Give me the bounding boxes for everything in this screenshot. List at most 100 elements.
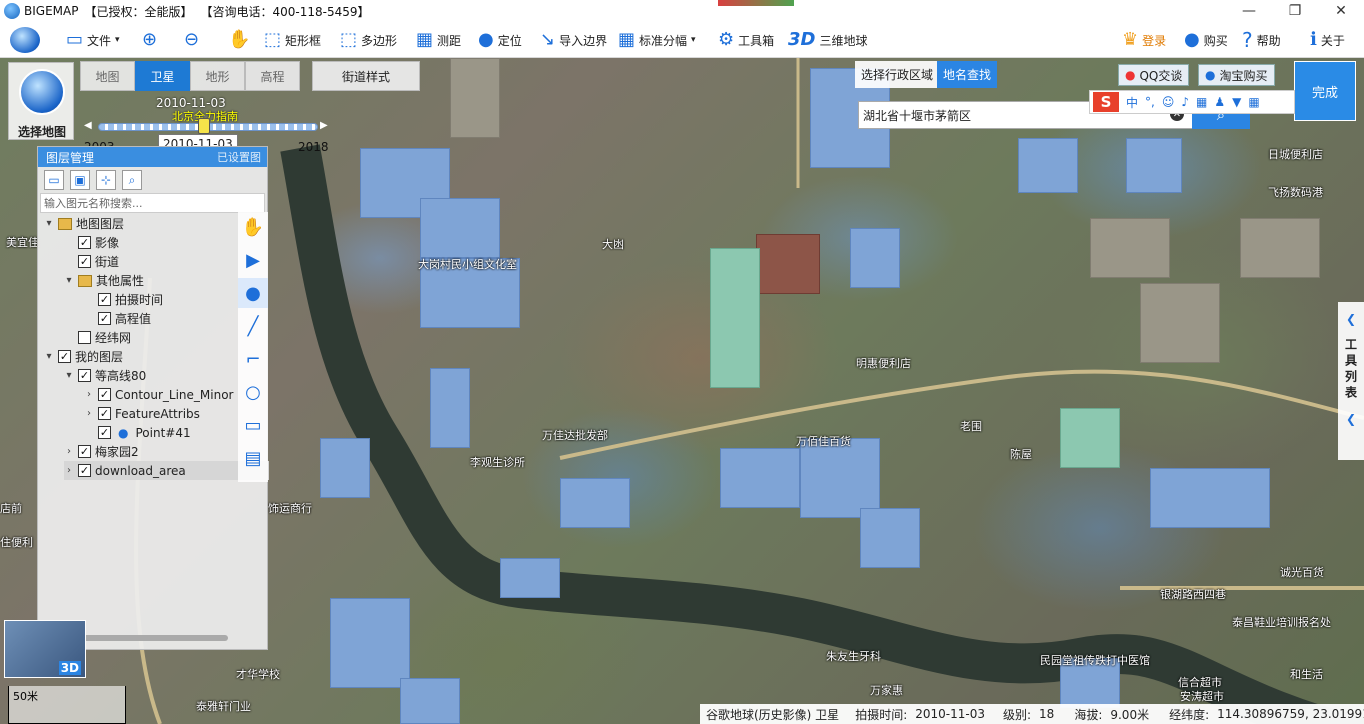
layer-tree-item[interactable]: ▾ ✓ 我的图层 [44,347,123,366]
expand-arrow-icon[interactable]: › [84,408,94,419]
layer-checkbox[interactable]: ✓ [78,255,91,268]
minimize-button[interactable]: — [1226,0,1272,22]
restore-button[interactable]: ❐ [1272,0,1318,22]
map-label[interactable]: 飞扬数码港 [1268,184,1323,200]
fit-extent-icon[interactable]: ⊹ [96,170,116,190]
layer-checkbox[interactable]: ✓ [78,445,91,458]
map-label[interactable]: 泰昌鞋业培训报名处 [1232,614,1331,630]
map-label[interactable]: 日城便利店 [1268,146,1323,162]
toolbox-button[interactable]: ⚙ 工具箱 [718,22,774,58]
import-boundary-button[interactable]: ↘ 导入边界 [540,22,607,58]
zoom-out-button[interactable]: ⊖ [184,22,199,58]
map-label[interactable]: 银湖路西四巷 [1160,586,1226,602]
right-tool-panel[interactable]: ❮ 工具列表 ❮ [1338,302,1364,460]
collapse-left-icon-2[interactable]: ❮ [1346,412,1356,426]
layer-tree-item[interactable]: ✓ 影像 [64,233,119,252]
map-label[interactable]: 明惠便利店 [856,355,911,371]
map-label[interactable]: 店前 [0,500,22,516]
minimap-3d-badge[interactable]: 3D [58,661,81,675]
tab-place-search[interactable]: 地名查找 [937,61,998,88]
ime-punct-icon[interactable]: °, [1145,95,1155,109]
save-icon[interactable]: ▣ [70,170,90,190]
close-button[interactable]: ✕ [1318,0,1364,22]
map-label[interactable]: 万家惠 [870,682,903,698]
tab-elevation[interactable]: 高程 [245,61,300,91]
taobao-buy-button[interactable]: ● 淘宝购买 [1198,64,1275,86]
layer-checkbox[interactable]: ✓ [98,312,111,325]
locate-button[interactable]: ● 定位 [478,22,522,58]
tab-admin-region[interactable]: 选择行政区域 [855,61,940,88]
expand-arrow-icon[interactable]: ▾ [64,370,74,381]
done-button[interactable]: 完成 [1294,61,1356,121]
tab-satellite[interactable]: 卫星 [135,61,190,91]
map-label[interactable]: 泰雅轩门业 [196,698,251,714]
expand-arrow-icon[interactable]: ▾ [44,218,54,229]
map-label[interactable]: 大岗村民小组文化室 [418,256,517,272]
qq-chat-button[interactable]: ● QQ交谈 [1118,64,1190,86]
buy-button[interactable]: ● 购买 [1184,22,1228,58]
map-label[interactable]: 李观生诊所 [470,454,525,470]
search-icon[interactable]: ⌕ [122,170,142,190]
layer-checkbox[interactable]: ✓ [98,293,111,306]
timeline-handle[interactable] [198,118,210,134]
ime-menu-icon[interactable]: ▦ [1248,95,1259,109]
layer-checkbox[interactable]: ✓ [78,236,91,249]
expand-arrow-icon[interactable]: ▾ [64,275,74,286]
ime-lang[interactable]: 中 [1126,94,1138,111]
rectangle-icon[interactable]: ▭ [238,410,268,440]
layer-tree-item[interactable]: ▾ 地图图层 [44,214,124,233]
map-label[interactable]: 大凼 [602,236,624,252]
file-menu[interactable]: ▭ 文件 ▾ [66,22,120,58]
map-label[interactable]: 饰运商行 [268,500,312,516]
login-button[interactable]: ♛ 登录 [1122,22,1166,58]
collapse-left-icon[interactable]: ❮ [1346,312,1356,326]
map-label[interactable]: 安涛超市 [1180,688,1224,704]
layer-tree-item[interactable]: ✓ 拍摄时间 [84,290,163,309]
layer-tree-item[interactable]: ✓ 街道 [64,252,119,271]
expand-arrow-icon[interactable]: ▾ [44,351,54,362]
layer-tree-item[interactable]: ✓ 高程值 [84,309,151,328]
layer-search-input[interactable]: 输入图元名称搜索... [40,193,265,213]
map-label[interactable]: 美宜佳 [6,234,39,250]
layer-tree-item[interactable]: › ✓ 梅家园2 [64,442,139,461]
map-label[interactable]: 诚光百货 [1280,564,1324,580]
ime-emoji-icon[interactable]: ☺ [1162,95,1175,109]
layer-checkbox[interactable]: ✓ [98,407,111,420]
help-button[interactable]: ? 帮助 [1242,22,1281,58]
circle-icon[interactable]: ○ [238,377,268,407]
map-label[interactable]: 和生活 [1290,666,1323,682]
line-icon[interactable]: ╱ [238,311,268,341]
sogou-icon[interactable]: S [1093,92,1119,112]
layer-checkbox[interactable] [78,331,91,344]
map-label[interactable]: 才华学校 [236,666,280,682]
pan-button[interactable]: ✋ [228,22,250,58]
select-arrow-icon[interactable]: ▶ [238,245,268,275]
map-label[interactable]: 陈屋 [1010,446,1032,462]
map-label[interactable]: 万佰佳百货 [796,433,851,449]
measure-ruler-icon[interactable]: ▤ [238,443,268,473]
ime-mic-icon[interactable]: ♪ [1181,95,1189,109]
layer-tree-item[interactable]: › ✓ FeatureAttribs [84,404,200,423]
timeline-next-icon[interactable]: ▶ [320,120,328,131]
street-style-button[interactable]: 街道样式 [312,61,420,91]
measure-button[interactable]: ▦ 测距 [416,22,461,58]
map-label[interactable]: 民园堂祖传跌打中医馆 [1040,652,1150,668]
map-label[interactable]: 朱友生牙科 [826,648,881,664]
layer-tree-item[interactable]: 经纬网 [64,328,131,347]
timeline-prev-icon[interactable]: ◀ [84,120,92,131]
polygon-select-button[interactable]: ⬚ 多边形 [340,22,397,58]
layer-checkbox[interactable]: ✓ [98,388,111,401]
layer-tree-item[interactable]: ✓ ● Point#41 [84,423,191,442]
expand-arrow-icon[interactable]: › [64,465,74,476]
layer-tree-item[interactable]: ▾ 其他属性 [64,271,144,290]
tab-terrain[interactable]: 地形 [190,61,245,91]
layer-checkbox[interactable]: ✓ [98,426,111,439]
globe-3d-button[interactable]: 3D 三维地球 [788,22,867,58]
select-map-button[interactable]: 选择地图 [8,62,74,140]
marker-icon[interactable]: ● [238,278,268,308]
open-folder-icon[interactable]: ▭ [44,170,64,190]
hand-icon[interactable]: ✋ [238,212,268,242]
layer-tree-item[interactable]: › ✓ Contour_Line_Minor [84,385,234,404]
app-globe-icon[interactable] [10,22,40,58]
polyline-icon[interactable]: ⌐ [238,344,268,374]
